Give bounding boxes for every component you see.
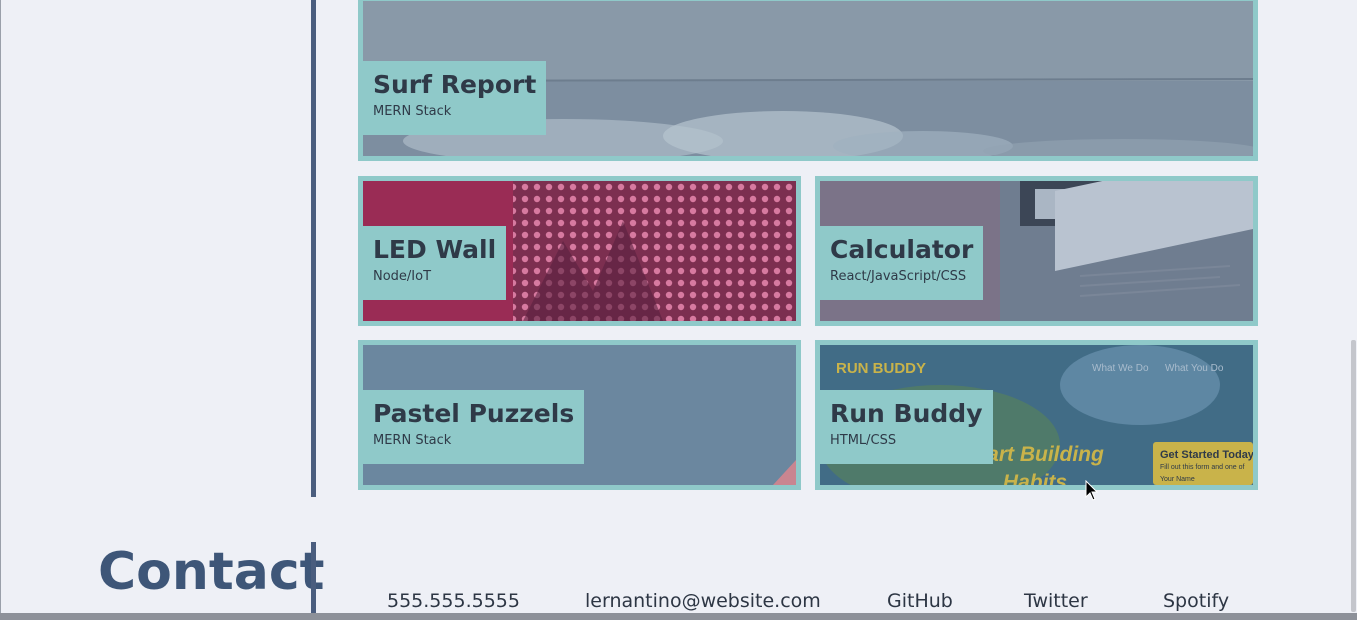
run-buddy-cta-field: Your Name: [1160, 476, 1195, 483]
email-link[interactable]: lernantino@website.com: [585, 590, 821, 612]
project-title: LED Wall: [373, 235, 497, 264]
project-title: Surf Report: [373, 70, 537, 99]
contact-heading: Contact: [98, 542, 325, 602]
project-tech: HTML/CSS: [830, 433, 897, 448]
project-card-calculator[interactable]: Calculator React/JavaScript/CSS: [815, 176, 1258, 326]
scrollbar-thumb[interactable]: [1351, 340, 1356, 612]
calculator-label: Calculator React/JavaScript/CSS: [820, 226, 984, 300]
project-card-run-buddy[interactable]: RUN BUDDY What We Do What You Do Start B…: [815, 340, 1258, 490]
phone-link[interactable]: 555.555.5555: [387, 590, 520, 612]
project-tech: React/JavaScript/CSS: [830, 269, 967, 284]
project-tech: Node/IoT: [373, 269, 432, 284]
window-left-edge: [0, 0, 1, 613]
window-bottom-edge: [0, 613, 1357, 620]
run-buddy-label: Run Buddy HTML/CSS: [820, 390, 993, 464]
project-tech: MERN Stack: [373, 433, 452, 448]
project-card-pastel-puzzels[interactable]: Pastel Puzzels MERN Stack: [358, 340, 801, 490]
section-divider-work: [311, 0, 316, 497]
project-title: Pastel Puzzels: [373, 399, 575, 428]
project-tech: MERN Stack: [373, 104, 452, 119]
led-wall-label: LED Wall Node/IoT: [363, 226, 507, 300]
project-title: Run Buddy: [830, 399, 983, 428]
project-card-surf-report[interactable]: Surf Report MERN Stack: [358, 0, 1258, 161]
section-divider-contact: [311, 542, 316, 617]
spotify-link[interactable]: Spotify: [1163, 590, 1229, 612]
run-buddy-brand: RUN BUDDY: [836, 360, 926, 377]
github-link[interactable]: GitHub: [887, 590, 953, 612]
run-buddy-cta-text: Fill out this form and one of: [1160, 464, 1245, 471]
run-buddy-nav-what-you-do: What You Do: [1165, 363, 1224, 374]
project-title: Calculator: [830, 235, 974, 264]
surf-report-label: Surf Report MERN Stack: [363, 61, 547, 135]
run-buddy-nav-what-we-do: What We Do: [1092, 363, 1149, 374]
mouse-cursor-icon: [1085, 480, 1099, 501]
project-card-led-wall[interactable]: LED Wall Node/IoT: [358, 176, 801, 326]
run-buddy-cta-title: Get Started Today: [1160, 449, 1253, 461]
twitter-link[interactable]: Twitter: [1024, 590, 1088, 612]
pastel-puzzels-label: Pastel Puzzels MERN Stack: [363, 390, 585, 464]
